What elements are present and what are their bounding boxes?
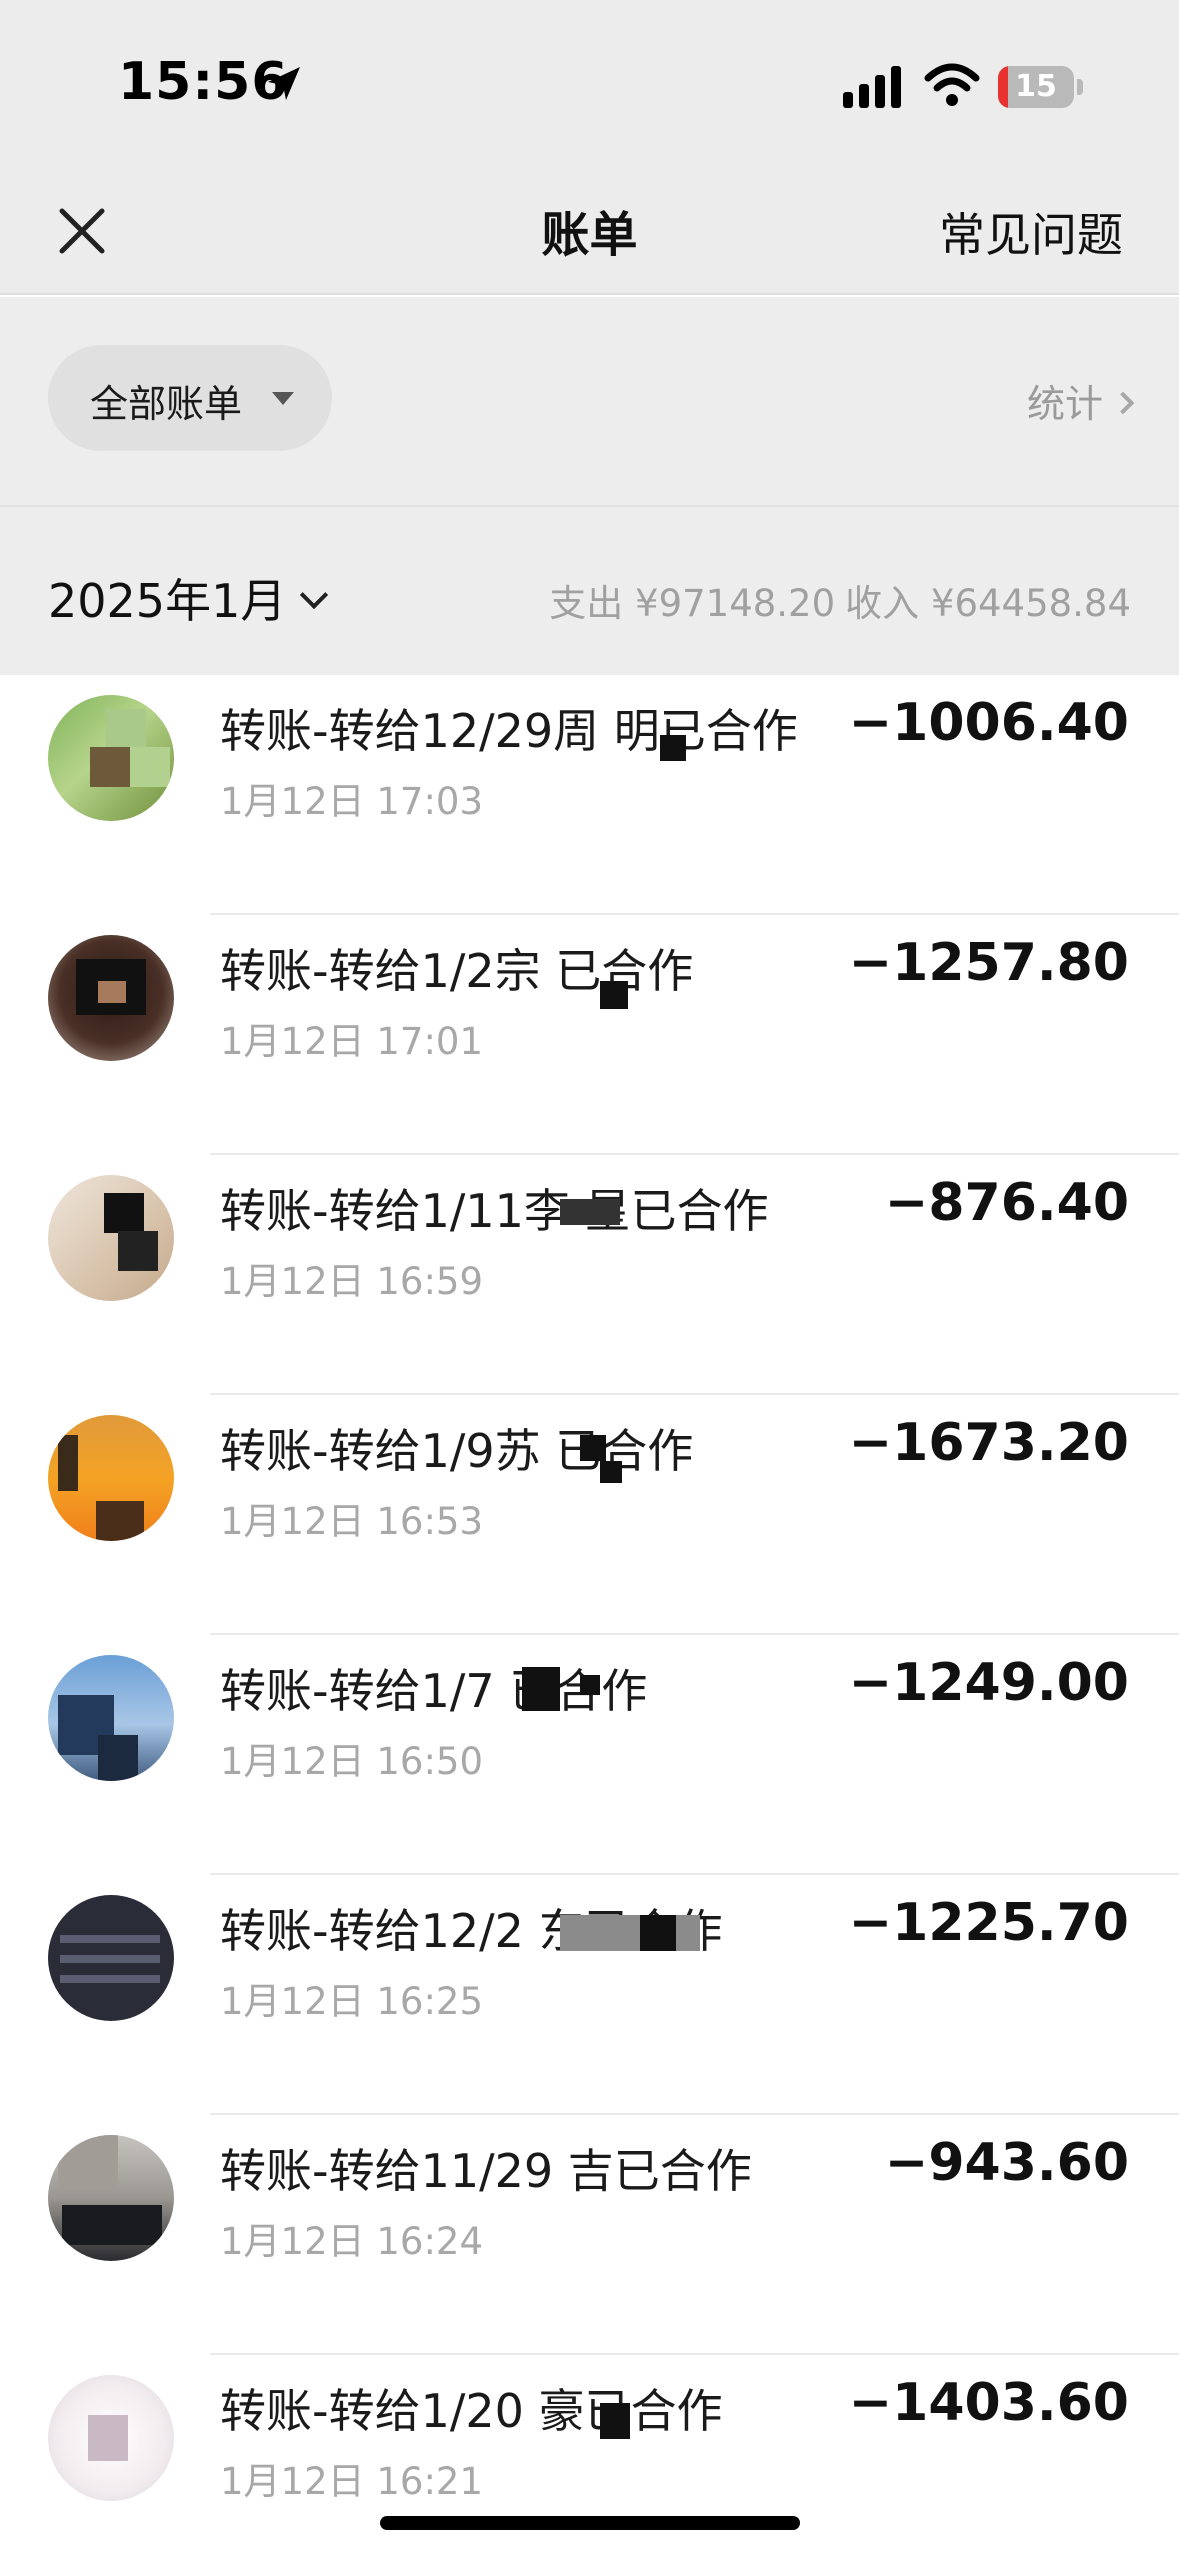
- redaction-block: [560, 1199, 620, 1225]
- transaction-amount: −1225.70: [848, 1893, 1129, 1953]
- transaction-row[interactable]: 转账-转给1/9苏 已合作 1月12日 16:53 −1673.20: [0, 1395, 1179, 1635]
- avatar: [48, 1895, 174, 2021]
- avatar: [48, 1175, 174, 1301]
- transaction-time: 1月12日 17:03: [220, 780, 484, 823]
- transaction-amount: −1403.60: [848, 2373, 1129, 2433]
- battery-cap: [1077, 79, 1083, 95]
- redaction-block: [580, 1435, 606, 1461]
- avatar: [48, 1415, 174, 1541]
- transaction-title: 转账-转给12/29周 明已合作: [220, 704, 798, 758]
- transaction-amount: −943.60: [884, 2133, 1129, 2193]
- transaction-row[interactable]: 转账-转给1/2宗 已合作 1月12日 17:01 −1257.80: [0, 915, 1179, 1155]
- redaction-block: [660, 735, 686, 761]
- avatar: [48, 2135, 174, 2261]
- transaction-row[interactable]: 转账-转给11/29 吉已合作 1月12日 16:24 −943.60: [0, 2115, 1179, 2355]
- month-summary: 支出 ¥97148.20 收入 ¥64458.84: [539, 573, 1131, 627]
- redaction-block: [600, 2403, 630, 2439]
- redaction-block: [522, 1667, 560, 1711]
- redaction-block: [640, 1915, 676, 1951]
- avatar: [48, 2375, 174, 2501]
- month-label: 2025年1月: [48, 574, 287, 628]
- home-indicator[interactable]: [380, 2516, 800, 2530]
- transaction-amount: −1257.80: [848, 933, 1129, 993]
- wifi-icon: [924, 63, 980, 106]
- transaction-amount: −1006.40: [848, 693, 1129, 753]
- battery-icon: 15: [998, 66, 1074, 108]
- status-bar: 15:56 15: [0, 0, 1179, 165]
- filter-label: 全部账单: [90, 382, 243, 426]
- month-selector[interactable]: 2025年1月: [48, 565, 329, 631]
- transaction-row[interactable]: 转账-转给12/2 东已合作 1月12日 16:25 −1225.70: [0, 1875, 1179, 2115]
- caret-down-icon: [272, 392, 294, 405]
- transaction-title: 转账-转给11/29 吉已合作: [220, 2144, 752, 2198]
- transaction-title: 转账-转给1/11李 星已合作: [220, 1184, 769, 1238]
- transaction-amount: −876.40: [884, 1173, 1129, 1233]
- stats-link[interactable]: 统计: [1026, 373, 1135, 428]
- transaction-row[interactable]: 转账-转给1/11李 星已合作 1月12日 16:59 −876.40: [0, 1155, 1179, 1395]
- chevron-down-icon: [300, 580, 329, 610]
- chevron-right-icon: [1111, 391, 1135, 415]
- transaction-list: 转账-转给12/29周 明已合作 1月12日 17:03 −1006.40 转账…: [0, 675, 1179, 2556]
- expense-total: 支出 ¥97148.20: [549, 582, 836, 625]
- battery-level-text: 15: [1015, 69, 1057, 104]
- transaction-title: 转账-转给1/20 豪已合作: [220, 2384, 723, 2438]
- avatar: [48, 935, 174, 1061]
- income-total: 收入 ¥64458.84: [845, 582, 1131, 625]
- redaction-block: [560, 1915, 700, 1951]
- transaction-amount: −1673.20: [848, 1413, 1129, 1473]
- month-header: 2025年1月 支出 ¥97148.20 收入 ¥64458.84: [0, 505, 1179, 675]
- faq-link[interactable]: 常见问题: [939, 199, 1123, 265]
- transaction-time: 1月12日 17:01: [220, 1020, 484, 1063]
- transaction-time: 1月12日 16:50: [220, 1740, 484, 1783]
- avatar: [48, 1655, 174, 1781]
- transaction-time: 1月12日 16:25: [220, 1980, 484, 2023]
- nav-bar: 账单 常见问题: [0, 165, 1179, 295]
- stats-label: 统计: [1026, 382, 1103, 426]
- transaction-time: 1月12日 16:24: [220, 2220, 484, 2263]
- transaction-row[interactable]: 转账-转给1/7 已合作 1月12日 16:50 −1249.00: [0, 1635, 1179, 1875]
- bill-page: 15:56 15 账单 常见问题 全部账单 统计 2025年1月 支出 ¥971…: [0, 0, 1179, 2556]
- transaction-title: 转账-转给1/9苏 已合作: [220, 1424, 694, 1478]
- transaction-time: 1月12日 16:59: [220, 1260, 484, 1303]
- transaction-time: 1月12日 16:21: [220, 2460, 484, 2503]
- location-arrow-icon: [268, 67, 300, 100]
- redaction-block: [600, 1461, 622, 1483]
- redaction-block: [580, 1675, 600, 1695]
- transaction-time: 1月12日 16:53: [220, 1500, 484, 1543]
- redaction-block: [600, 981, 628, 1009]
- avatar: [48, 695, 174, 821]
- cellular-signal-icon: [843, 66, 901, 108]
- transaction-row[interactable]: 转账-转给12/29周 明已合作 1月12日 17:03 −1006.40: [0, 675, 1179, 915]
- filter-bar: 全部账单 统计: [0, 297, 1179, 505]
- bill-filter-dropdown[interactable]: 全部账单: [48, 345, 332, 451]
- transaction-amount: −1249.00: [848, 1653, 1129, 1713]
